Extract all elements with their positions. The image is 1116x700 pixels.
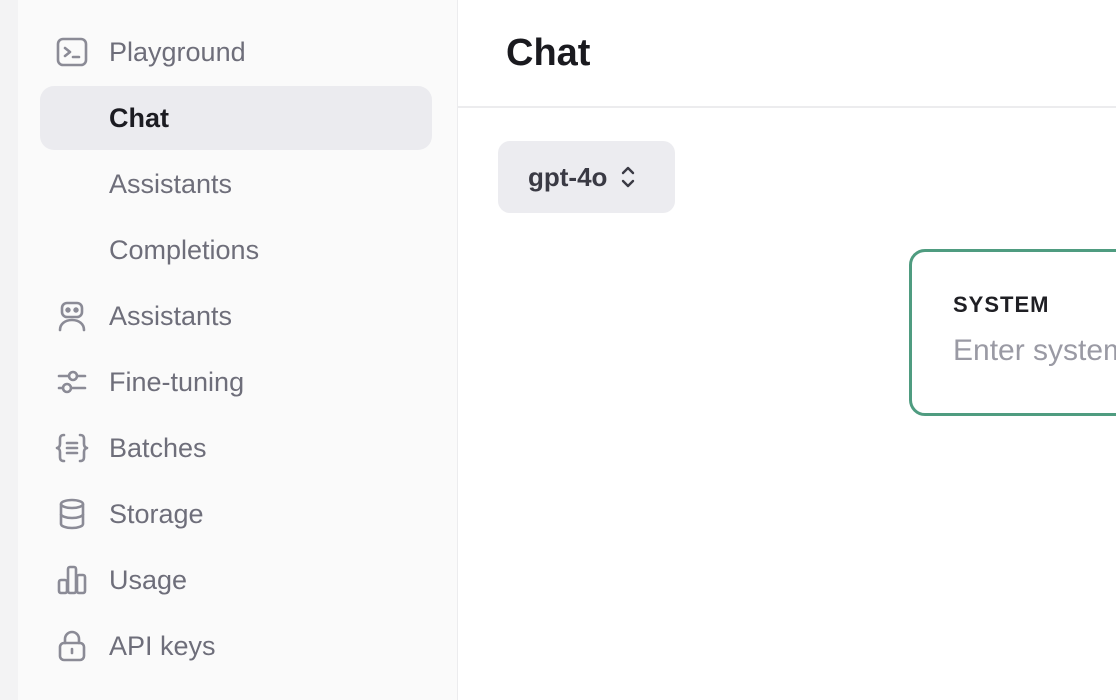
system-instructions-input[interactable] bbox=[953, 334, 1116, 368]
sidebar-item-label: Completions bbox=[109, 234, 260, 265]
database-icon bbox=[54, 496, 90, 532]
terminal-icon bbox=[54, 34, 90, 70]
robot-icon bbox=[54, 298, 90, 334]
sidebar-item-completions[interactable]: Completions bbox=[40, 218, 432, 282]
sidebar: Playground Chat Assistants Completions A… bbox=[18, 0, 458, 700]
sidebar-item-api-keys[interactable]: API keys bbox=[40, 614, 432, 678]
sliders-icon bbox=[54, 364, 90, 400]
sidebar-item-label: Batches bbox=[109, 432, 207, 463]
braces-icon bbox=[54, 430, 90, 466]
sidebar-item-chat[interactable]: Chat bbox=[40, 86, 432, 150]
model-selector[interactable]: gpt-4o bbox=[498, 141, 675, 213]
sidebar-item-label: Assistants bbox=[109, 168, 233, 199]
sidebar-item-label: Fine-tuning bbox=[109, 366, 245, 397]
sidebar-item-playground[interactable]: Playground bbox=[40, 20, 432, 84]
sidebar-item-label: Chat bbox=[109, 102, 169, 133]
chevron-up-down-icon bbox=[619, 163, 637, 191]
sidebar-item-storage[interactable]: Storage bbox=[40, 482, 432, 546]
sidebar-item-usage[interactable]: Usage bbox=[40, 548, 432, 612]
lock-icon bbox=[54, 628, 90, 664]
sidebar-item-label: Assistants bbox=[109, 300, 233, 331]
page-title: Chat bbox=[506, 31, 591, 74]
sidebar-item-assistants[interactable]: Assistants bbox=[40, 284, 432, 348]
main-panel: Chat gpt-4o SYSTEM bbox=[458, 0, 1116, 700]
bar-chart-icon bbox=[54, 562, 90, 598]
sidebar-item-label: Usage bbox=[109, 564, 188, 595]
sidebar-item-label: API keys bbox=[109, 630, 216, 661]
sidebar-item-assistants-playground[interactable]: Assistants bbox=[40, 152, 432, 216]
sidebar-item-label: Storage bbox=[109, 498, 204, 529]
model-selector-value: gpt-4o bbox=[528, 161, 608, 192]
system-instructions-card: SYSTEM bbox=[909, 249, 1116, 416]
sidebar-item-label: Playground bbox=[109, 36, 246, 67]
sidebar-item-fine-tuning[interactable]: Fine-tuning bbox=[40, 350, 432, 414]
page-header: Chat bbox=[458, 0, 1116, 108]
sidebar-item-batches[interactable]: Batches bbox=[40, 416, 432, 480]
system-label: SYSTEM bbox=[953, 292, 1050, 317]
